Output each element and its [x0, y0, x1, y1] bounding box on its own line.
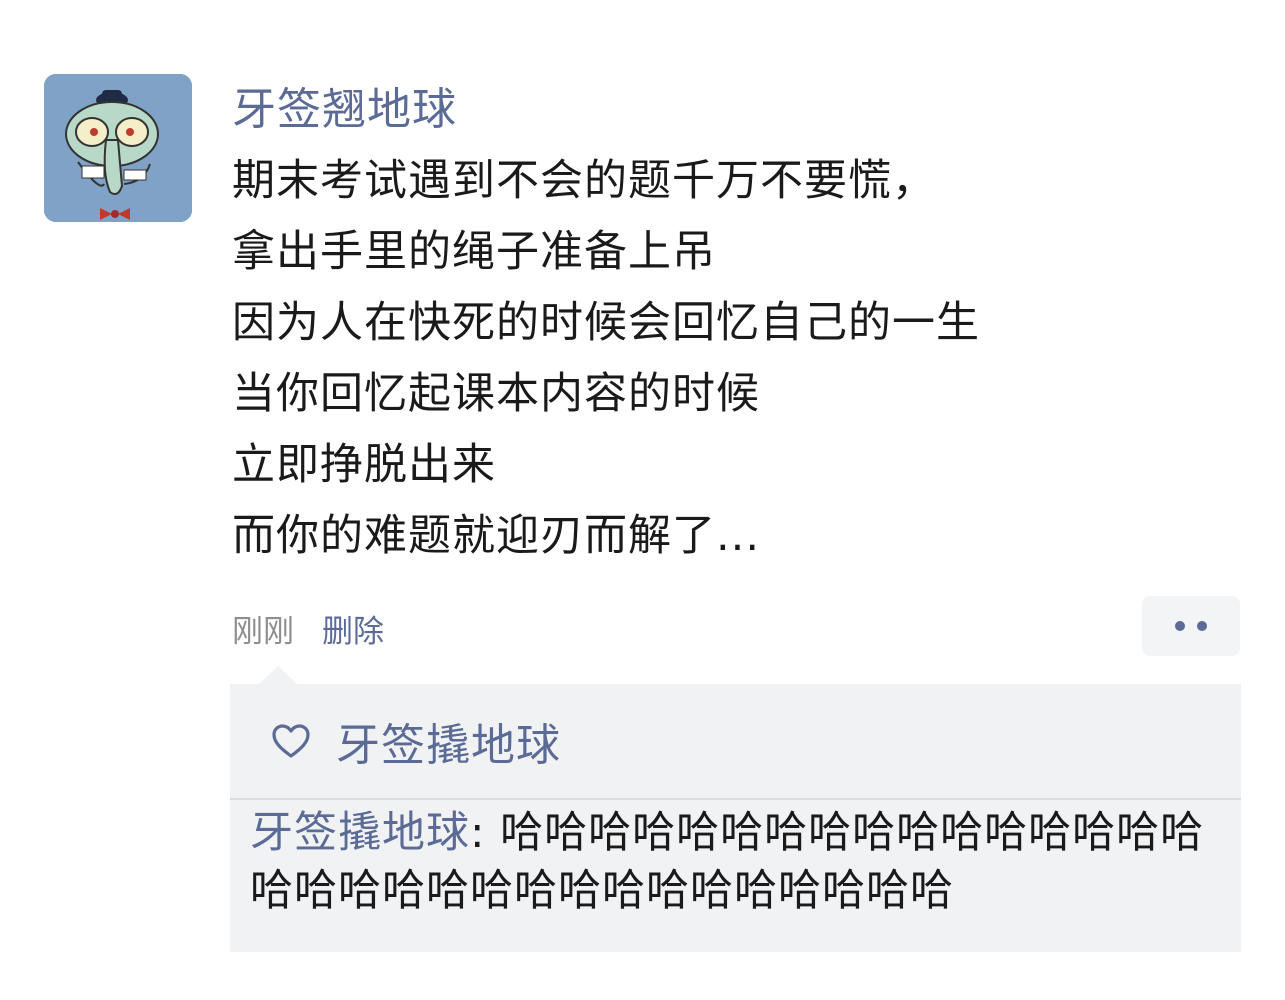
post-line: 因为人在快死的时候会回忆自己的一生 [232, 298, 980, 348]
post-content: 期末考试遇到不会的题千万不要慌， 拿出手里的绳子准备上吊 因为人在快死的时候会回… [232, 146, 1232, 572]
panel-divider [230, 798, 1241, 800]
post-username[interactable]: 牙签翘地球 [232, 80, 457, 140]
delete-link[interactable]: 删除 [322, 606, 384, 651]
liker-name[interactable]: 牙签撬地球 [336, 709, 561, 773]
post-line: 立即挣脱出来 [232, 440, 496, 490]
post-line: 期末考试遇到不会的题千万不要慌， [232, 156, 936, 206]
heart-icon [272, 724, 310, 758]
comment-item[interactable]: 牙签撬地球: 哈哈哈哈哈哈哈哈哈哈哈哈哈哈哈哈哈哈哈哈哈哈哈哈哈哈哈哈哈哈哈哈 [250, 804, 1235, 920]
panel-pointer [258, 666, 298, 685]
comment-author[interactable]: 牙签撬地球 [250, 808, 470, 858]
post-line: 拿出手里的绳子准备上吊 [232, 227, 716, 277]
avatar[interactable] [44, 74, 192, 222]
post-timestamp: 刚刚 [232, 613, 294, 650]
squidward-avatar-image [44, 74, 192, 222]
comment-separator: : [470, 808, 501, 858]
more-dot-icon [1197, 621, 1207, 631]
post-meta: 刚刚 删除 [232, 606, 384, 650]
likes-comments-panel: 牙签撬地球 牙签撬地球: 哈哈哈哈哈哈哈哈哈哈哈哈哈哈哈哈哈哈哈哈哈哈哈哈哈哈哈… [230, 684, 1241, 952]
likes-row: 牙签撬地球 [230, 684, 1241, 798]
more-actions-button[interactable] [1142, 596, 1240, 656]
post-line: 而你的难题就迎刃而解了... [232, 511, 761, 561]
more-dot-icon [1175, 621, 1185, 631]
post-line: 当你回忆起课本内容的时候 [232, 369, 760, 419]
